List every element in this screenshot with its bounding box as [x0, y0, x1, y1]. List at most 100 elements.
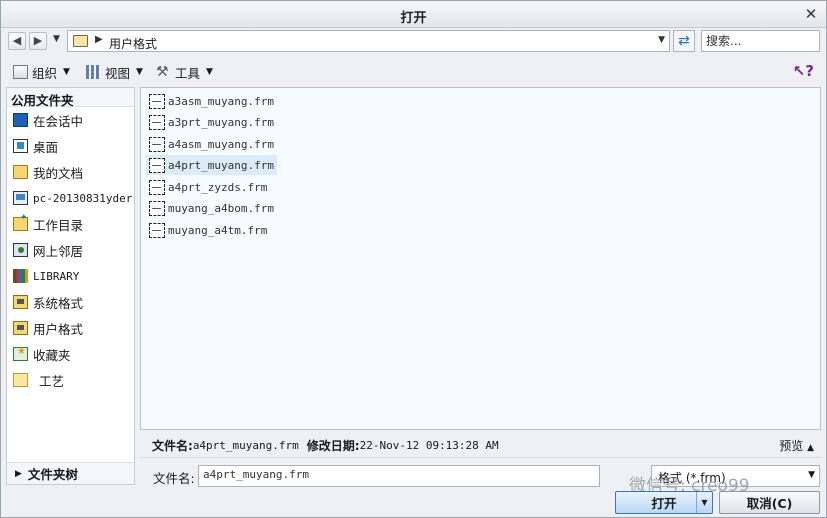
- file-list[interactable]: a3asm_muyang.frm a3prt_muyang.frm a4asm_…: [140, 87, 821, 430]
- file-type-select[interactable]: 格式 (*.frm) ▼: [651, 465, 820, 487]
- info-modified-value: 22-Nov-12 09:13:28 AM: [359, 438, 499, 452]
- tools-icon: ⚒: [156, 64, 169, 80]
- breadcrumb-separator-icon: ▶: [95, 34, 103, 45]
- chevron-down-icon[interactable]: ▼: [53, 34, 60, 44]
- chevron-down-icon[interactable]: ▼: [696, 492, 712, 513]
- chevron-down-icon: ▼: [136, 67, 143, 77]
- list-item-selected[interactable]: a4prt_muyang.frm: [146, 155, 277, 175]
- sidebar-item-label: 网上邻居: [33, 243, 84, 259]
- file-name: a4asm_muyang.frm: [168, 137, 274, 151]
- computer-icon: [13, 191, 28, 205]
- open-label: 打开: [651, 496, 677, 511]
- open-dialog: 打开 ✕ ◀ ▶ ▼ ▶ 用户格式 ▼ ⇄ 组织 ▼ 视图 ▼ ⚒ 工具 ▼ ↖…: [0, 0, 827, 518]
- open-button[interactable]: 打开 ▼: [615, 491, 713, 514]
- sidebar-item-session[interactable]: 在会话中: [7, 107, 134, 133]
- search-input[interactable]: [701, 30, 820, 52]
- arrow-left-icon[interactable]: ◀: [8, 32, 26, 50]
- sidebar-item-label: 工艺: [39, 373, 65, 389]
- drawing-format-file-icon: [149, 93, 165, 109]
- working-directory-icon: [13, 213, 28, 231]
- sidebar-item-label: 工作目录: [33, 217, 84, 233]
- folder-icon: [13, 295, 28, 309]
- sidebar-header: 公用文件夹: [7, 88, 134, 108]
- chevron-down-icon: ▼: [206, 67, 213, 77]
- sidebar-item-network[interactable]: 网上邻居: [7, 237, 134, 263]
- file-type-value: 格式 (*.frm): [658, 471, 726, 485]
- address-bar[interactable]: ▶ 用户格式 ▼: [67, 30, 670, 52]
- filename-field[interactable]: a4prt_muyang.frm: [198, 465, 600, 487]
- sidebar-item-label: LIBRARY: [33, 269, 80, 283]
- documents-icon: [13, 165, 28, 179]
- organize-menu[interactable]: 组织 ▼: [13, 62, 70, 82]
- dialog-title: 打开: [400, 11, 427, 26]
- preview-label: 预览: [779, 439, 804, 453]
- file-name: a4prt_zyzds.frm: [168, 180, 268, 194]
- cancel-button[interactable]: 取消(C): [719, 491, 820, 514]
- sidebar-item-label: pc-20130831yder: [33, 191, 133, 205]
- sidebar-item-documents[interactable]: 我的文档: [7, 159, 134, 185]
- info-filename-label: 文件名:: [152, 438, 193, 453]
- sidebar-item-working-directory[interactable]: 工作目录: [7, 211, 134, 237]
- sidebar-item-library[interactable]: LIBRARY: [7, 263, 134, 289]
- drawing-format-file-icon: [149, 114, 165, 130]
- folder-icon: [73, 35, 88, 47]
- sidebar-item-system-formats[interactable]: 系统格式: [7, 289, 134, 315]
- view-menu[interactable]: 视图 ▼: [86, 62, 143, 82]
- info-filename-value: a4prt_muyang.frm: [192, 438, 299, 452]
- sidebar-item-label: 我的文档: [33, 165, 84, 181]
- file-name: muyang_a4tm.frm: [168, 223, 268, 237]
- desktop-icon: [13, 139, 28, 153]
- list-item[interactable]: a4asm_muyang.frm: [146, 134, 277, 154]
- folder-tree-toggle[interactable]: ▶ 文件夹树: [7, 462, 134, 484]
- sidebar-item-process[interactable]: 工艺: [7, 367, 134, 393]
- network-icon: [13, 243, 28, 257]
- preview-toggle[interactable]: 预览 ▲: [779, 437, 814, 454]
- sidebar-item-label: 桌面: [33, 139, 59, 155]
- drawing-format-file-icon: [149, 222, 165, 238]
- chevron-up-icon: ▲: [807, 443, 814, 453]
- close-icon[interactable]: ✕: [802, 5, 820, 23]
- chevron-down-icon: ▼: [808, 470, 815, 480]
- organize-icon: [13, 65, 28, 79]
- sidebar-item-desktop[interactable]: 桌面: [7, 133, 134, 159]
- list-item[interactable]: a4prt_zyzds.frm: [146, 177, 270, 197]
- file-info-bar: 文件名: a4prt_muyang.frm 修改日期: 22-Nov-12 09…: [140, 434, 821, 456]
- drawing-format-file-icon: [149, 179, 165, 195]
- sidebar-item-computer[interactable]: pc-20130831yder: [7, 185, 134, 211]
- title-bar: 打开 ✕: [1, 1, 826, 28]
- divider: [140, 457, 821, 458]
- file-name: muyang_a4bom.frm: [168, 201, 274, 215]
- drawing-format-file-icon: [149, 157, 165, 173]
- favorites-icon: [13, 346, 28, 361]
- folder-icon: [13, 321, 28, 335]
- sidebar-item-favorites[interactable]: 收藏夹: [7, 341, 134, 367]
- tools-label: 工具: [175, 65, 201, 81]
- toolbar: 组织 ▼ 视图 ▼ ⚒ 工具 ▼ ↖?: [1, 58, 826, 84]
- drawing-format-file-icon: [149, 200, 165, 216]
- sidebar-item-label: 系统格式: [33, 295, 84, 311]
- filename-label: 文件名:: [153, 471, 195, 486]
- help-icon[interactable]: ↖?: [793, 62, 814, 80]
- info-modified-label: 修改日期:: [306, 438, 360, 453]
- sidebar-item-user-formats[interactable]: 用户格式: [7, 315, 134, 341]
- tools-menu[interactable]: ⚒ 工具 ▼: [156, 62, 213, 82]
- arrow-right-icon[interactable]: ▶: [29, 32, 47, 50]
- list-item[interactable]: a3prt_muyang.frm: [146, 112, 277, 132]
- breadcrumb: 用户格式: [109, 37, 158, 51]
- list-item[interactable]: muyang_a4tm.frm: [146, 220, 270, 240]
- sidebar: 公用文件夹 在会话中 桌面 我的文档 pc-20130831yder 工作目录 …: [6, 87, 135, 485]
- chevron-down-icon[interactable]: ▼: [658, 35, 665, 45]
- expand-triangle-icon: ▶: [15, 468, 22, 479]
- list-item[interactable]: muyang_a4bom.frm: [146, 198, 277, 218]
- refresh-icon[interactable]: ⇄: [673, 30, 695, 52]
- file-name: a3prt_muyang.frm: [168, 115, 274, 129]
- chevron-down-icon: ▼: [63, 67, 70, 77]
- view-icon: [86, 65, 101, 79]
- drawing-format-file-icon: [149, 136, 165, 152]
- folder-tree-label: 文件夹树: [27, 467, 78, 482]
- list-item[interactable]: a3asm_muyang.frm: [146, 91, 277, 111]
- sidebar-item-label: 用户格式: [33, 321, 84, 337]
- file-name: a4prt_muyang.frm: [168, 158, 274, 172]
- view-label: 视图: [105, 65, 131, 81]
- folder-icon: [13, 373, 28, 387]
